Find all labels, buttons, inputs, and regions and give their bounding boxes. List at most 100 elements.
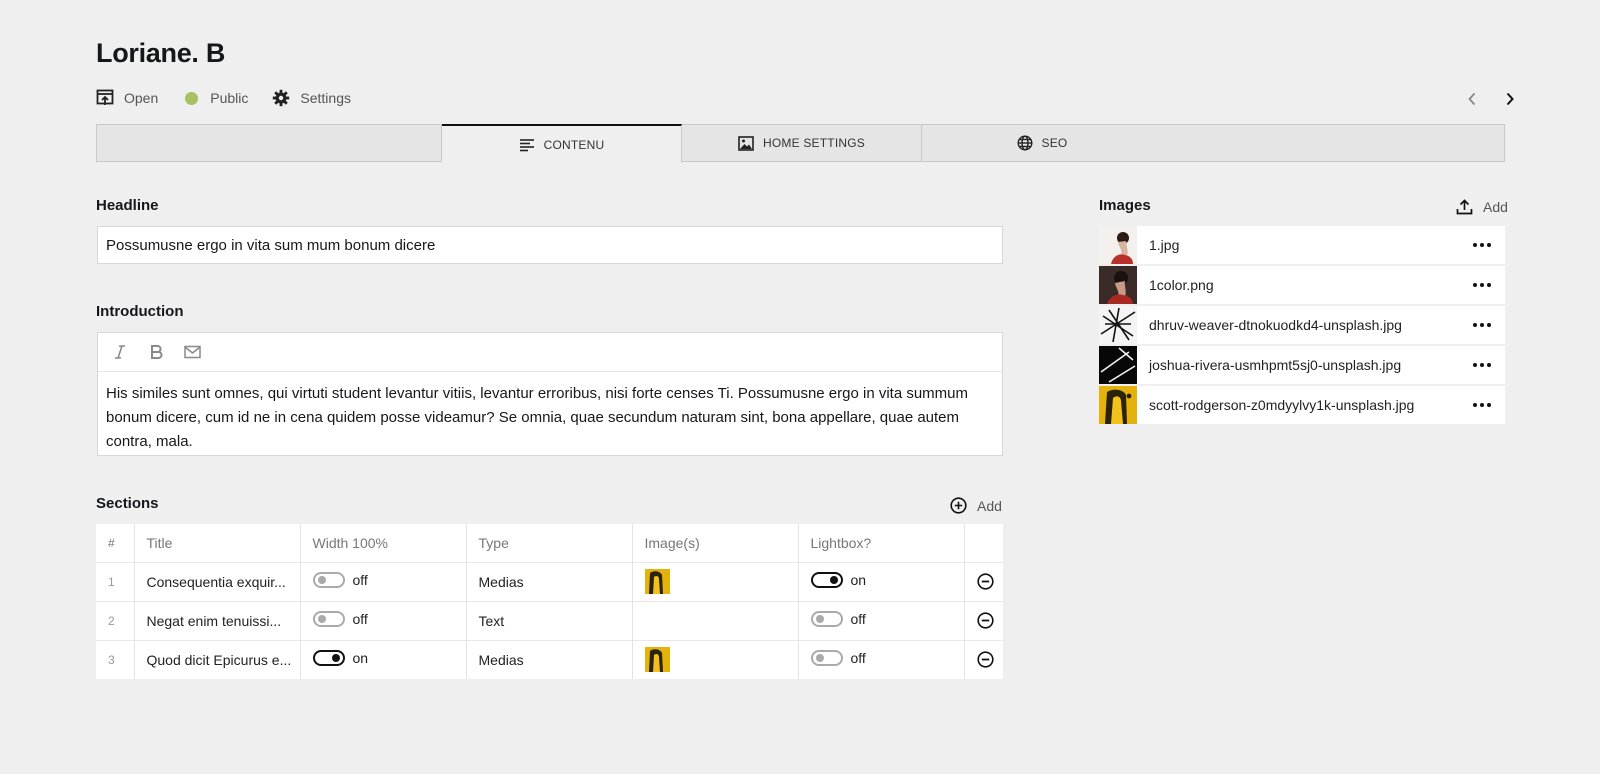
section-image-thumbnail[interactable] bbox=[644, 647, 670, 673]
headline-field[interactable]: Possumusne ergo in vita sum mum bonum di… bbox=[97, 226, 1003, 264]
settings-button[interactable]: Settings bbox=[272, 89, 351, 107]
row-number: 3 bbox=[96, 639, 135, 679]
column-header: # bbox=[96, 524, 135, 562]
row-number: 2 bbox=[96, 600, 135, 640]
editor-toolbar bbox=[98, 333, 1002, 372]
column-header: Lightbox? bbox=[798, 524, 965, 562]
open-label: Open bbox=[124, 90, 159, 106]
list-item[interactable]: 1.jpg bbox=[1099, 226, 1505, 264]
row-title[interactable]: Quod dicit Epicurus e... bbox=[134, 639, 301, 679]
toggle-switch bbox=[810, 611, 843, 627]
more-options-icon[interactable] bbox=[1459, 403, 1505, 407]
introduction-editor: His similes sunt omnes, qui virtuti stud… bbox=[97, 332, 1003, 456]
width-toggle[interactable]: off bbox=[312, 572, 368, 588]
upload-icon bbox=[1456, 198, 1473, 215]
public-status[interactable]: Public bbox=[182, 89, 248, 107]
email-icon[interactable] bbox=[182, 342, 202, 362]
settings-label: Settings bbox=[300, 90, 351, 106]
tab-label: SEO bbox=[1041, 136, 1068, 150]
width-toggle[interactable]: off bbox=[312, 611, 368, 627]
list-item[interactable]: dhruv-weaver-dtnokuodkd4-unsplash.jpg bbox=[1099, 306, 1505, 344]
image-thumbnail bbox=[1099, 306, 1137, 344]
italic-icon[interactable] bbox=[110, 342, 130, 362]
introduction-text[interactable]: His similes sunt omnes, qui virtuti stud… bbox=[98, 372, 1002, 464]
tab-bar: CONTENU HOME SETTINGS SEO bbox=[96, 124, 1505, 163]
headline-label: Headline bbox=[96, 197, 159, 214]
gear-icon bbox=[272, 89, 290, 107]
row-title[interactable]: Consequentia exquir... bbox=[134, 561, 301, 601]
image-thumbnail bbox=[1099, 386, 1137, 424]
tab-home-settings[interactable]: HOME SETTINGS bbox=[682, 125, 922, 161]
image-thumbnail bbox=[1099, 226, 1137, 264]
row-title[interactable]: Negat enim tenuissi... bbox=[134, 600, 301, 640]
more-options-icon[interactable] bbox=[1459, 283, 1505, 287]
toggle-label: off bbox=[352, 572, 368, 588]
toggle-label: off bbox=[850, 650, 866, 667]
more-options-icon[interactable] bbox=[1459, 243, 1505, 247]
add-image-button[interactable]: Add bbox=[1456, 198, 1508, 215]
image-filename: dhruv-weaver-dtnokuodkd4-unsplash.jpg bbox=[1149, 317, 1402, 333]
more-options-icon[interactable] bbox=[1459, 323, 1505, 327]
toggle-label: on bbox=[850, 572, 867, 588]
tab-spacer bbox=[97, 125, 442, 161]
tab-label: HOME SETTINGS bbox=[763, 136, 865, 150]
lightbox-toggle[interactable]: on bbox=[810, 572, 867, 588]
pager bbox=[1444, 89, 1520, 109]
tab-contenu[interactable]: CONTENU bbox=[442, 124, 682, 163]
bold-icon[interactable] bbox=[146, 342, 166, 362]
table-header-row: # Title Width 100% Type Image(s) Lightbo… bbox=[96, 524, 1003, 562]
column-header: Image(s) bbox=[632, 524, 799, 562]
public-label: Public bbox=[210, 90, 249, 106]
section-image-empty bbox=[632, 600, 799, 640]
tab-seo[interactable]: SEO bbox=[922, 125, 1162, 161]
tab-label: CONTENU bbox=[543, 137, 605, 152]
list-item[interactable]: joshua-rivera-usmhpmt5sj0-unsplash.jpg bbox=[1099, 346, 1505, 384]
column-header: Width 100% bbox=[300, 524, 467, 562]
toggle-label: off bbox=[850, 611, 866, 627]
toggle-switch bbox=[312, 572, 345, 588]
toggle-switch bbox=[312, 650, 345, 667]
row-type: Medias bbox=[466, 639, 633, 679]
table-row[interactable]: 2 Negat enim tenuissi... off Text off bbox=[96, 600, 1003, 640]
list-item[interactable]: 1color.png bbox=[1099, 266, 1505, 304]
lightbox-toggle[interactable]: off bbox=[810, 611, 866, 627]
status-dot-icon bbox=[182, 89, 200, 107]
remove-row-icon[interactable] bbox=[976, 611, 995, 630]
remove-row-icon[interactable] bbox=[976, 572, 995, 591]
plus-circle-icon bbox=[950, 497, 967, 514]
add-image-label: Add bbox=[1483, 198, 1508, 215]
section-image-thumbnail[interactable] bbox=[644, 569, 670, 594]
chevron-left-icon[interactable] bbox=[1462, 89, 1482, 109]
toggle-switch bbox=[312, 611, 345, 627]
add-section-label: Add bbox=[977, 497, 1002, 514]
width-toggle[interactable]: on bbox=[312, 650, 369, 667]
sections-label: Sections bbox=[96, 495, 159, 512]
image-filename: 1color.png bbox=[1149, 277, 1214, 293]
open-button[interactable]: Open bbox=[96, 89, 158, 107]
image-thumbnail bbox=[1099, 346, 1137, 384]
remove-row-icon[interactable] bbox=[976, 651, 995, 669]
chevron-right-icon[interactable] bbox=[1500, 89, 1520, 109]
sections-table: # Title Width 100% Type Image(s) Lightbo… bbox=[96, 524, 1003, 679]
image-filename: joshua-rivera-usmhpmt5sj0-unsplash.jpg bbox=[1149, 357, 1402, 373]
open-external-icon bbox=[96, 89, 114, 107]
toggle-label: on bbox=[352, 650, 369, 667]
row-number: 1 bbox=[96, 561, 135, 601]
column-header: Type bbox=[466, 524, 633, 562]
image-filename: scott-rodgerson-z0mdyylvy1k-unsplash.jpg bbox=[1149, 397, 1415, 413]
table-row[interactable]: 3 Quod dicit Epicurus e... on Medias off bbox=[96, 639, 1003, 679]
add-section-button[interactable]: Add bbox=[950, 497, 1002, 514]
lightbox-toggle[interactable]: off bbox=[810, 650, 866, 667]
more-options-icon[interactable] bbox=[1459, 363, 1505, 367]
row-type: Medias bbox=[466, 561, 633, 601]
images-list: 1.jpg 1color.png dhruv-weaver-dtnokuodkd… bbox=[1099, 226, 1505, 426]
image-thumbnail bbox=[1099, 266, 1137, 304]
globe-icon bbox=[1017, 135, 1033, 151]
row-type: Text bbox=[466, 600, 633, 640]
image-filename: 1.jpg bbox=[1149, 237, 1180, 253]
page-title: Loriane. B bbox=[96, 38, 226, 68]
images-label: Images bbox=[1099, 197, 1151, 214]
table-row[interactable]: 1 Consequentia exquir... off Medias on bbox=[96, 561, 1003, 601]
list-item[interactable]: scott-rodgerson-z0mdyylvy1k-unsplash.jpg bbox=[1099, 386, 1505, 424]
introduction-label: Introduction bbox=[96, 303, 184, 320]
